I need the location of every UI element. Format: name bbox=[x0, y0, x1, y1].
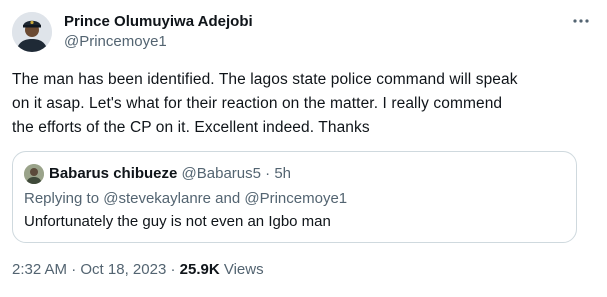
quoted-text: Unfortunately the guy is not even an Igb… bbox=[24, 213, 331, 230]
views-count: 25.9K bbox=[179, 261, 220, 278]
replying-mention-2[interactable]: @Princemoye1 bbox=[244, 190, 347, 207]
author-handle[interactable]: @Princemoye1 bbox=[64, 33, 167, 51]
tweet-time[interactable]: 2:32 AM bbox=[12, 261, 67, 278]
views-label: Views bbox=[223, 261, 264, 278]
quoted-author-handle[interactable]: @Babarus5 bbox=[182, 165, 261, 182]
replying-mention-1[interactable]: @stevekaylanre bbox=[103, 190, 211, 207]
author-name[interactable]: Prince Olumuyiwa Adejobi bbox=[64, 13, 253, 31]
more-horizontal-icon bbox=[572, 12, 590, 35]
more-button[interactable] bbox=[569, 11, 593, 35]
quoted-replying-to: Replying to @stevekaylanre and @Princemo… bbox=[24, 189, 347, 209]
tweet: Prince Olumuyiwa Adejobi @Princemoye1 Th… bbox=[0, 0, 607, 297]
replying-prefix: Replying to bbox=[24, 190, 104, 207]
tweet-text: The man has been identified. The lagos s… bbox=[12, 71, 518, 136]
meta-separator-2: · bbox=[166, 261, 180, 278]
meta-separator: · bbox=[67, 261, 81, 278]
quoted-header: Babarus chibueze @Babarus5 · 5h bbox=[49, 165, 291, 183]
tweet-date[interactable]: Oct 18, 2023 bbox=[80, 261, 166, 278]
author-avatar[interactable] bbox=[12, 12, 52, 52]
tweet-meta: 2:32 AM · Oct 18, 2023 · 25.9K Views bbox=[12, 261, 264, 279]
quoted-separator: · bbox=[265, 165, 271, 182]
quoted-timestamp[interactable]: 5h bbox=[274, 165, 291, 182]
quoted-author-name[interactable]: Babarus chibueze bbox=[49, 165, 177, 182]
quoted-tweet[interactable]: Babarus chibueze @Babarus5 · 5h Replying… bbox=[12, 151, 577, 243]
replying-and: and bbox=[211, 190, 245, 207]
quoted-author-avatar[interactable] bbox=[24, 164, 44, 184]
